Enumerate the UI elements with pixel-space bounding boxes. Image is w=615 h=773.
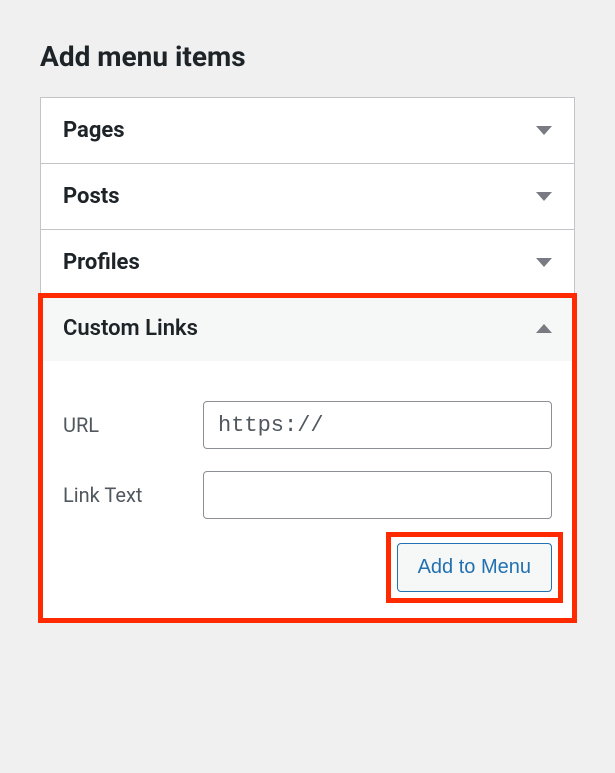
chevron-down-icon <box>536 126 552 135</box>
link-text-label: Link Text <box>63 483 203 507</box>
accordion-container: Pages Posts Profiles Custom Links URL Li <box>40 97 575 621</box>
form-row-url: URL <box>63 401 552 449</box>
accordion-body-custom-links: URL Link Text Add to Menu <box>41 361 574 620</box>
add-to-menu-button[interactable]: Add to Menu <box>397 543 552 592</box>
accordion-item-custom-links: Custom Links URL Link Text Add to Menu <box>41 296 574 620</box>
url-input[interactable] <box>203 401 552 449</box>
chevron-down-icon <box>536 192 552 201</box>
accordion-title-profiles: Profiles <box>63 250 140 275</box>
section-title: Add menu items <box>40 40 575 73</box>
accordion-header-profiles[interactable]: Profiles <box>41 230 574 295</box>
link-text-input[interactable] <box>203 471 552 519</box>
accordion-item-pages: Pages <box>41 98 574 164</box>
accordion-item-posts: Posts <box>41 164 574 230</box>
accordion-header-posts[interactable]: Posts <box>41 164 574 229</box>
chevron-up-icon <box>536 324 552 333</box>
accordion-header-custom-links[interactable]: Custom Links <box>41 296 574 361</box>
accordion-title-custom-links: Custom Links <box>63 316 198 341</box>
button-row: Add to Menu <box>63 543 552 592</box>
accordion-title-posts: Posts <box>63 184 120 209</box>
form-row-link-text: Link Text <box>63 471 552 519</box>
accordion-header-pages[interactable]: Pages <box>41 98 574 163</box>
accordion-item-profiles: Profiles <box>41 230 574 296</box>
button-wrap: Add to Menu <box>397 543 552 592</box>
url-label: URL <box>63 413 203 437</box>
accordion-title-pages: Pages <box>63 118 125 143</box>
chevron-down-icon <box>536 258 552 267</box>
